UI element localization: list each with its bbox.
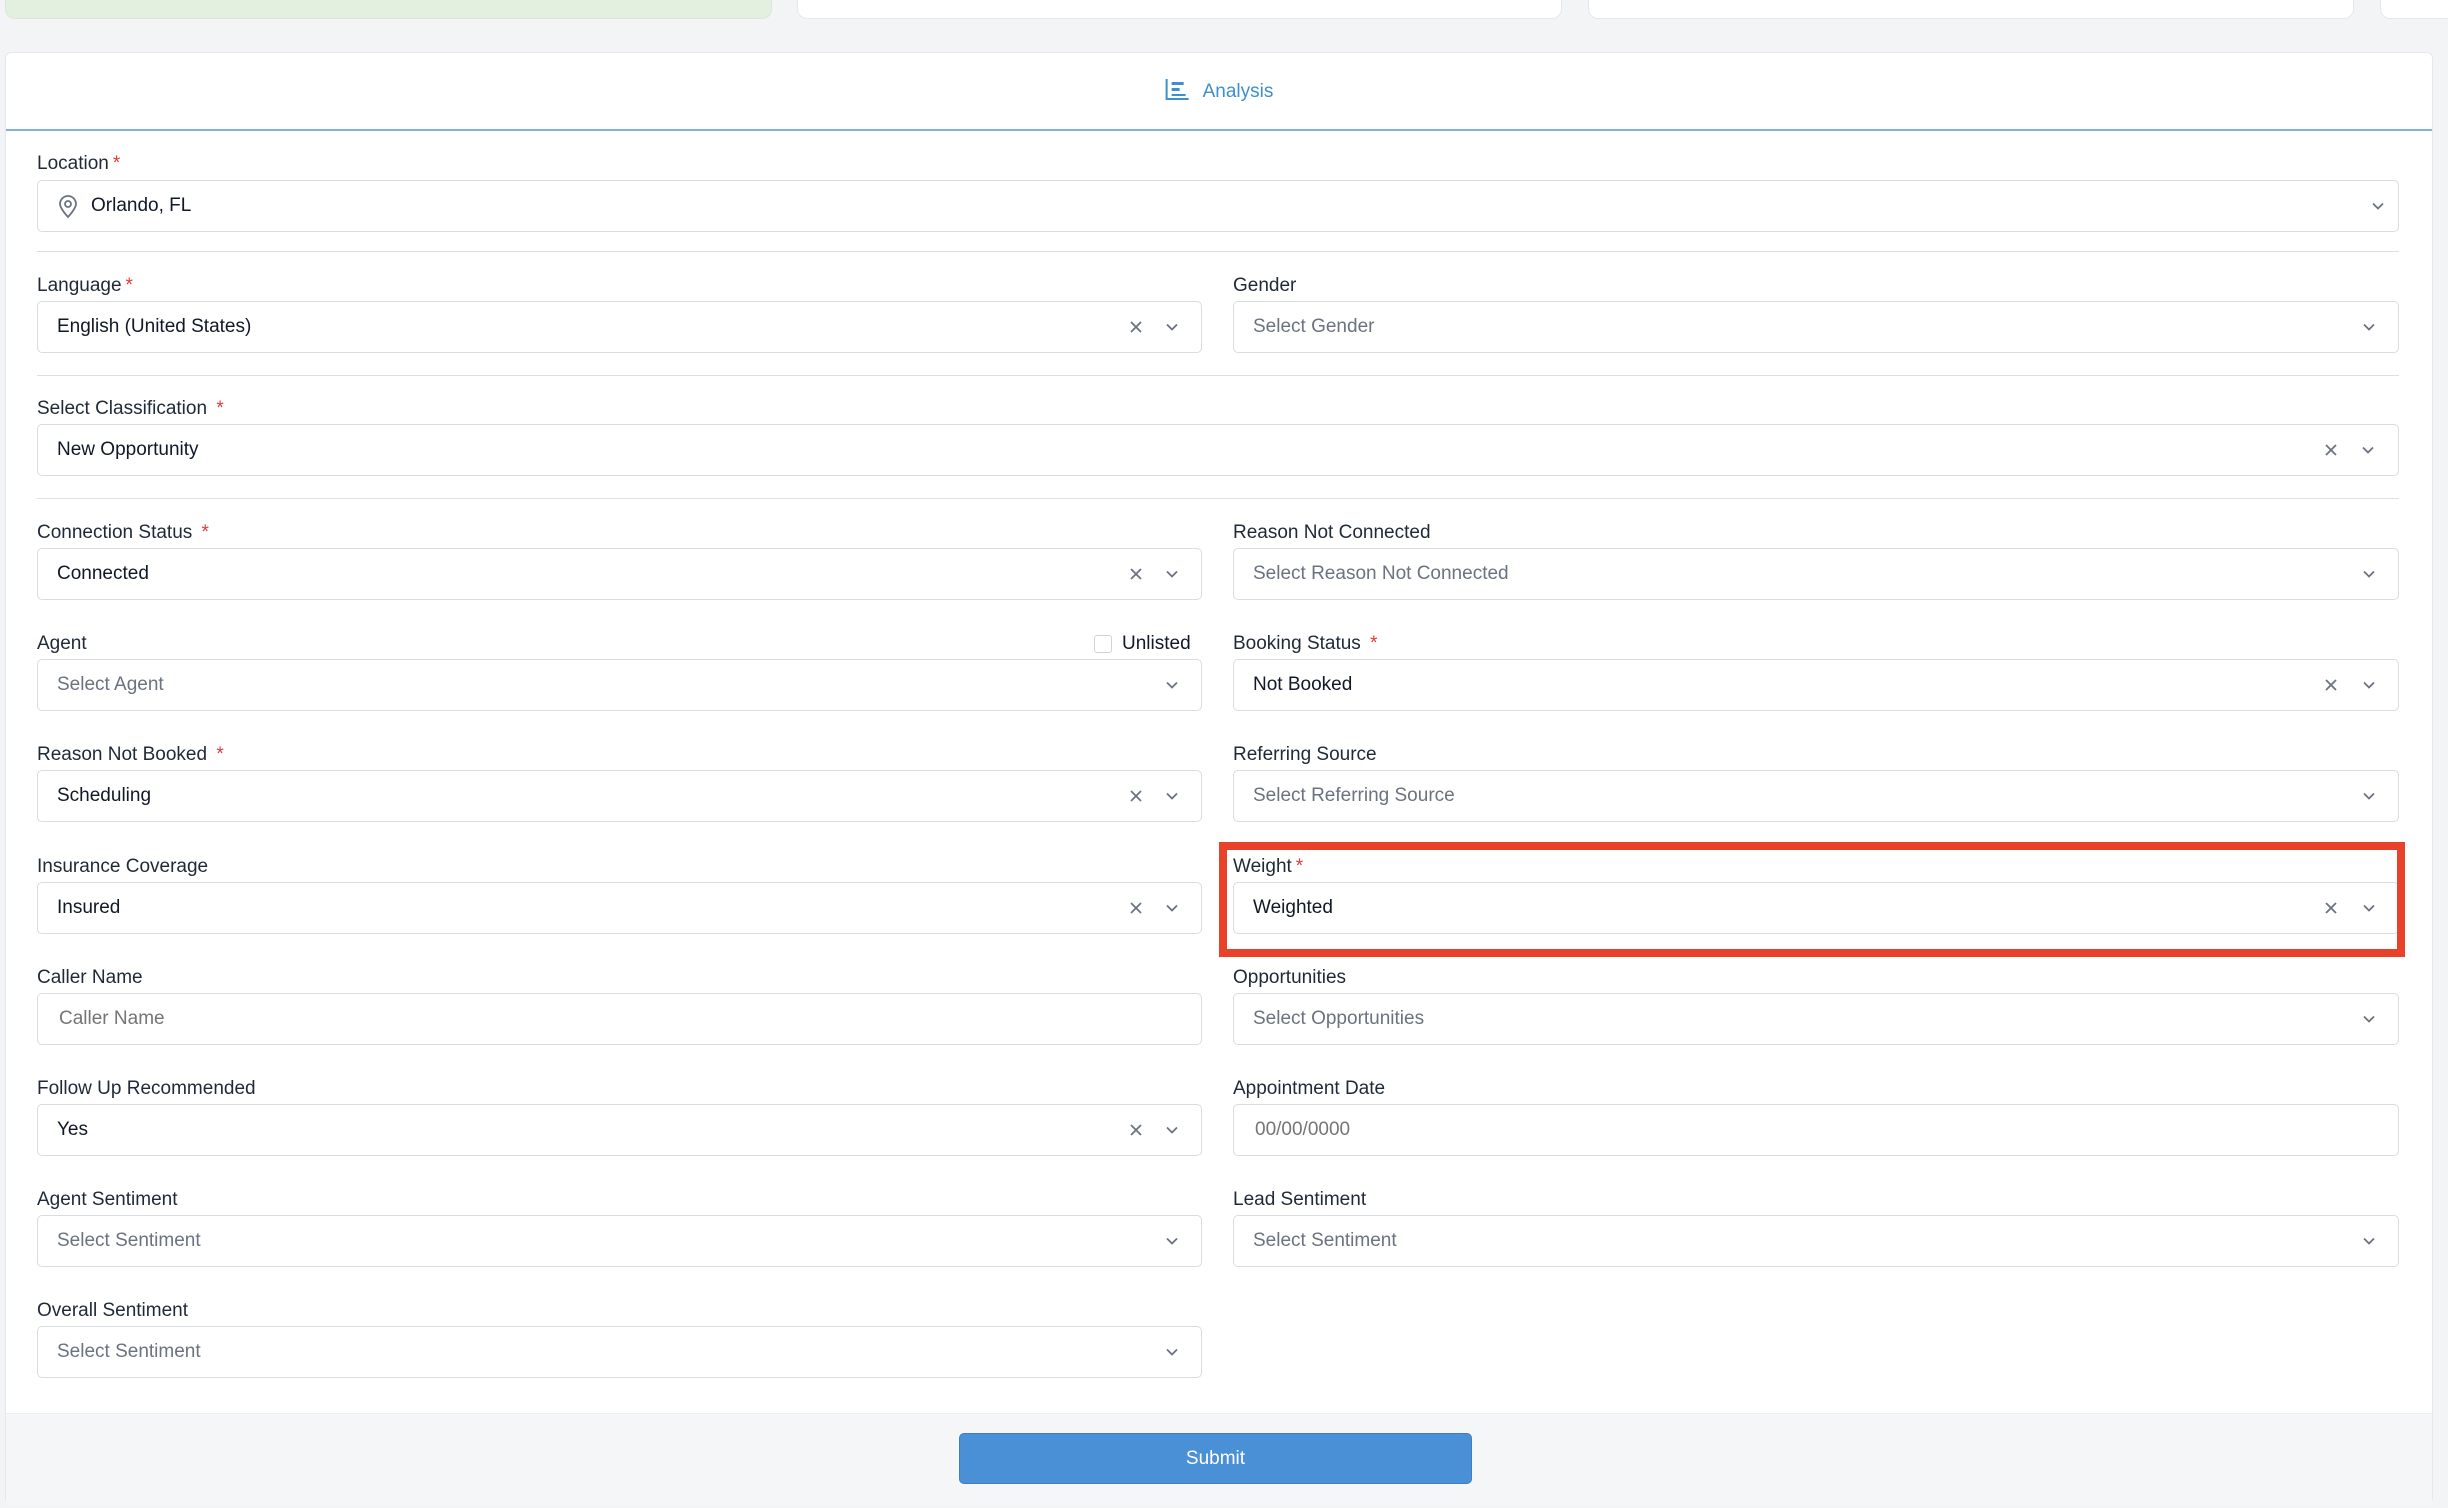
clear-icon[interactable] <box>1126 317 1146 337</box>
lead-sentiment-select[interactable]: Select Sentiment <box>1233 1215 2399 1267</box>
chevron-down-icon[interactable] <box>1162 564 1182 584</box>
weight-value: Weighted <box>1253 897 1333 918</box>
clear-icon[interactable] <box>1126 1120 1146 1140</box>
reason-not-booked-value: Scheduling <box>57 785 152 806</box>
divider <box>37 375 2399 376</box>
follow-up-value: Yes <box>57 1119 88 1140</box>
overall-sentiment-label: Overall Sentiment <box>37 1300 189 1321</box>
chevron-down-icon[interactable] <box>1162 786 1182 806</box>
clear-icon[interactable] <box>2321 675 2341 695</box>
reason-not-connected-label: Reason Not Connected <box>1233 522 1431 543</box>
booking-status-value: Not Booked <box>1253 674 1353 695</box>
overall-sentiment-placeholder: Select Sentiment <box>57 1341 201 1362</box>
overall-sentiment-select[interactable]: Select Sentiment <box>37 1326 1202 1378</box>
agent-sentiment-label: Agent Sentiment <box>37 1189 178 1210</box>
reason-not-booked-label: Reason Not Booked * <box>37 744 224 765</box>
weight-label: Weight * <box>1233 856 1304 877</box>
unlisted-checkbox[interactable] <box>1094 635 1112 653</box>
submit-button[interactable]: Submit <box>959 1433 1472 1484</box>
caller-name-label: Caller Name <box>37 967 143 988</box>
gender-label: Gender <box>1233 275 1297 296</box>
top-card-1 <box>5 0 772 19</box>
referring-source-label: Referring Source <box>1233 744 1377 765</box>
gender-select[interactable]: Select Gender <box>1233 301 2399 353</box>
follow-up-label: Follow Up Recommended <box>37 1078 256 1099</box>
clear-icon[interactable] <box>2321 440 2341 460</box>
language-select[interactable]: English (United States) <box>37 301 1202 353</box>
classification-label: Select Classification * <box>37 398 224 419</box>
classification-select[interactable]: New Opportunity <box>37 424 2399 476</box>
follow-up-select[interactable]: Yes <box>37 1104 1202 1156</box>
referring-source-placeholder: Select Referring Source <box>1253 785 1455 806</box>
chevron-down-icon[interactable] <box>2359 675 2379 695</box>
chevron-down-icon[interactable] <box>2368 196 2388 216</box>
chevron-down-icon[interactable] <box>2358 440 2378 460</box>
chevron-down-icon[interactable] <box>2359 564 2379 584</box>
booking-status-label: Booking Status * <box>1233 633 1378 654</box>
connection-status-select[interactable]: Connected <box>37 548 1202 600</box>
language-label: Language * <box>37 275 133 296</box>
chevron-down-icon[interactable] <box>2359 898 2379 918</box>
lead-sentiment-label: Lead Sentiment <box>1233 1189 1367 1210</box>
top-card-3 <box>1588 0 2354 19</box>
appointment-date-label: Appointment Date <box>1233 1078 1386 1099</box>
tab-bar: Analysis <box>6 53 2432 131</box>
connection-status-value: Connected <box>57 563 149 584</box>
opportunities-placeholder: Select Opportunities <box>1253 1008 1425 1029</box>
agent-sentiment-placeholder: Select Sentiment <box>57 1230 201 1251</box>
tab-analysis-label: Analysis <box>1202 81 1274 102</box>
chevron-down-icon[interactable] <box>1162 1342 1182 1362</box>
clear-icon[interactable] <box>1126 786 1146 806</box>
opportunities-label: Opportunities <box>1233 967 1347 988</box>
language-value: English (United States) <box>57 316 252 337</box>
tab-analysis[interactable]: Analysis <box>1165 77 1274 107</box>
chevron-down-icon[interactable] <box>1162 675 1182 695</box>
reason-not-connected-placeholder: Select Reason Not Connected <box>1253 563 1509 584</box>
divider <box>37 498 2399 499</box>
unlisted-label: Unlisted <box>1122 633 1191 654</box>
classification-value: New Opportunity <box>57 439 199 460</box>
chevron-down-icon[interactable] <box>1162 1231 1182 1251</box>
chevron-down-icon[interactable] <box>1162 1120 1182 1140</box>
unlisted-checkbox-group[interactable]: Unlisted <box>1094 633 1191 655</box>
location-value: Orlando, FL <box>91 195 192 216</box>
agent-label: Agent <box>37 633 87 654</box>
opportunities-select[interactable]: Select Opportunities <box>1233 993 2399 1045</box>
caller-name-input[interactable] <box>37 993 1202 1045</box>
insurance-coverage-select[interactable]: Insured <box>37 882 1202 934</box>
agent-sentiment-select[interactable]: Select Sentiment <box>37 1215 1202 1267</box>
reason-not-connected-select[interactable]: Select Reason Not Connected <box>1233 548 2399 600</box>
gender-placeholder: Select Gender <box>1253 316 1375 337</box>
chevron-down-icon[interactable] <box>2359 786 2379 806</box>
location-pin-icon <box>57 195 79 219</box>
analysis-icon <box>1165 77 1191 107</box>
location-select[interactable]: Orlando, FL <box>37 180 2399 232</box>
location-label: Location * <box>37 153 121 174</box>
top-card-2 <box>797 0 1562 19</box>
insurance-coverage-value: Insured <box>57 897 121 918</box>
lead-sentiment-placeholder: Select Sentiment <box>1253 1230 1397 1251</box>
clear-icon[interactable] <box>2321 898 2341 918</box>
top-card-4 <box>2380 0 2448 19</box>
divider <box>37 251 2399 252</box>
booking-status-select[interactable]: Not Booked <box>1233 659 2399 711</box>
agent-placeholder: Select Agent <box>57 674 164 695</box>
weight-select[interactable]: Weighted <box>1233 882 2399 934</box>
reason-not-booked-select[interactable]: Scheduling <box>37 770 1202 822</box>
chevron-down-icon[interactable] <box>2359 317 2379 337</box>
chevron-down-icon[interactable] <box>2359 1231 2379 1251</box>
chevron-down-icon[interactable] <box>1162 317 1182 337</box>
chevron-down-icon[interactable] <box>2359 1009 2379 1029</box>
clear-icon[interactable] <box>1126 898 1146 918</box>
connection-status-label: Connection Status * <box>37 522 209 543</box>
referring-source-select[interactable]: Select Referring Source <box>1233 770 2399 822</box>
appointment-date-input[interactable] <box>1233 1104 2399 1156</box>
chevron-down-icon[interactable] <box>1162 898 1182 918</box>
insurance-coverage-label: Insurance Coverage <box>37 856 209 877</box>
clear-icon[interactable] <box>1126 564 1146 584</box>
agent-select[interactable]: Select Agent <box>37 659 1202 711</box>
